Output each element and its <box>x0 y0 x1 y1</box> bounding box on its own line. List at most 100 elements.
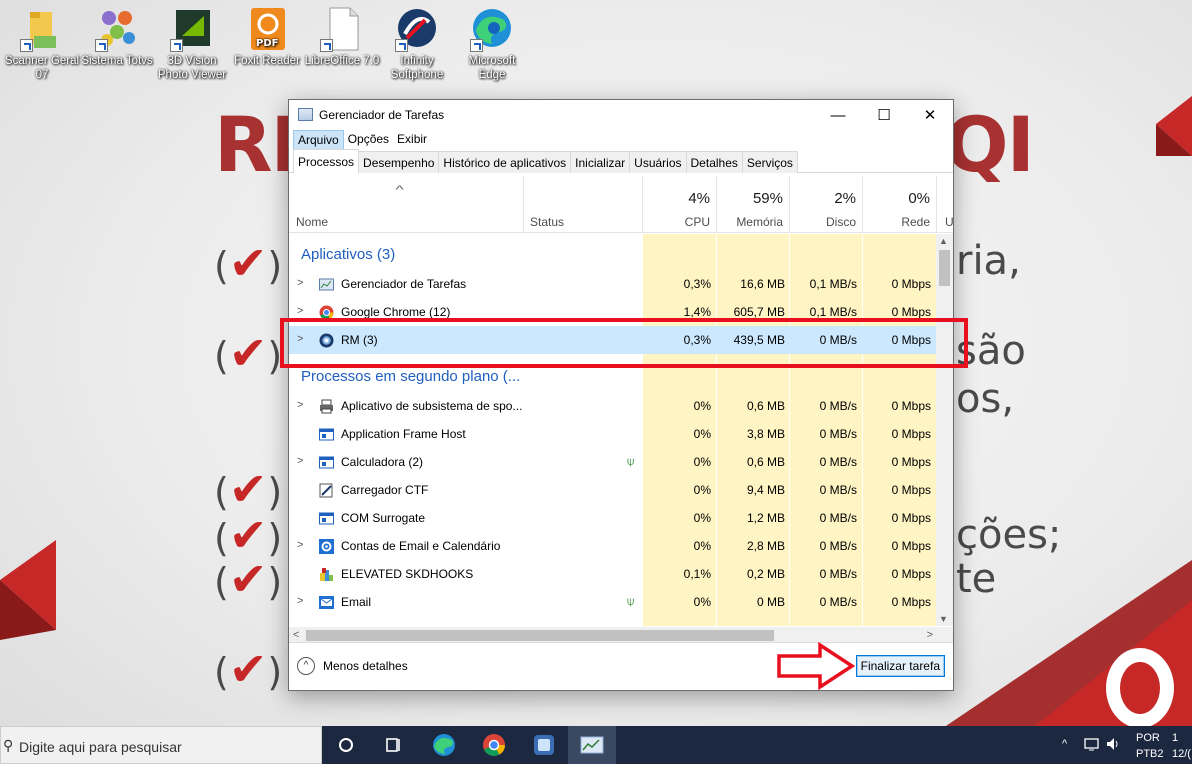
desktop-icon-label: 3D Vision Photo Viewer <box>157 55 227 81</box>
process-name: COM Surrogate <box>341 511 426 525</box>
column-cpu[interactable]: 4% CPU <box>643 176 717 233</box>
search-box[interactable]: ⚲ Digite aqui para pesquisar <box>0 726 322 764</box>
process-disk: 0,1 MB/s <box>809 277 857 291</box>
tab-servicos[interactable]: Serviços <box>741 151 798 173</box>
column-disk-label: Disco <box>825 215 856 229</box>
widgets-icon[interactable] <box>370 726 418 764</box>
process-disk: 0 MB/s <box>819 399 857 413</box>
column-memory[interactable]: 59% Memória <box>717 176 790 233</box>
cpu-total: 4% <box>688 190 710 207</box>
process-name: Application Frame Host <box>341 427 466 441</box>
keyboard-layout-label: PTB2 <box>1136 748 1164 760</box>
tab-processos[interactable]: Processos <box>293 149 360 173</box>
mail-icon <box>319 596 334 609</box>
desktop-icon-scanner[interactable]: Scanner Geral 07 <box>4 6 80 82</box>
edge-taskbar-icon[interactable] <box>420 726 468 764</box>
process-table: ^ Nome Status 4% CPU 59% Memória 2% Disc… <box>289 176 953 644</box>
task-view-icon[interactable] <box>322 726 370 764</box>
tray-chevron-icon[interactable]: ^ <box>1062 738 1067 764</box>
skdhooks-icon <box>320 568 333 581</box>
gear-icon <box>319 539 334 554</box>
menu-opcoes[interactable]: Opções <box>344 130 393 150</box>
vertical-scrollbar[interactable]: ▲ ▼ <box>936 234 953 626</box>
wallpaper-triangle-left <box>0 540 56 640</box>
desktop-icon-libreoffice[interactable]: LibreOffice 7.0 <box>304 6 380 68</box>
task-manager-taskbar-icon[interactable] <box>568 726 616 764</box>
desktop-icon-3d-vision[interactable]: 3D Vision Photo Viewer <box>154 6 230 82</box>
end-task-button[interactable]: Finalizar tarefa <box>855 655 945 677</box>
column-name[interactable]: Nome <box>289 176 524 233</box>
process-cpu: 0% <box>693 595 711 609</box>
chevron-up-icon: ^ <box>297 657 315 675</box>
window-title: Gerenciador de Tarefas <box>319 108 445 122</box>
tab-usuarios[interactable]: Usuários <box>629 151 687 173</box>
scroll-right-icon[interactable]: > <box>927 629 933 641</box>
task-manager-window: Gerenciador de Tarefas — ☐ ✕ Arquivo Opç… <box>288 99 954 691</box>
table-row[interactable]: Carregador CTF 0% 9,4 MB 0 MB/s 0 Mbps <box>289 476 937 504</box>
group-apps[interactable]: Aplicativos (3) <box>301 246 395 263</box>
expand-chevron-icon[interactable]: > <box>297 539 303 551</box>
desktop-icon-foxit[interactable]: PDF Foxit Reader <box>229 6 305 68</box>
wallpaper-line: os, <box>956 376 1015 422</box>
maximize-button[interactable]: ☐ <box>861 100 907 130</box>
column-network[interactable]: 0% Rede <box>863 176 937 233</box>
process-disk: 0 MB/s <box>819 427 857 441</box>
process-cpu: 1,4% <box>683 305 711 319</box>
scroll-down-icon[interactable]: ▼ <box>939 614 948 624</box>
chrome-taskbar-icon[interactable] <box>470 726 518 764</box>
clock[interactable]: 1 12/( <box>1172 732 1191 764</box>
memory-total: 59% <box>752 190 783 207</box>
column-extra[interactable]: U <box>937 176 953 233</box>
scroll-thumb[interactable] <box>939 250 950 286</box>
column-disk[interactable]: 2% Disco <box>790 176 863 233</box>
title-bar[interactable]: Gerenciador de Tarefas — ☐ ✕ <box>289 100 953 130</box>
close-button[interactable]: ✕ <box>907 100 953 130</box>
table-row[interactable]: > Gerenciador de Tarefas 0,3% 16,6 MB 0,… <box>289 270 937 298</box>
minimize-button[interactable]: — <box>815 100 861 130</box>
less-details-button[interactable]: ^ Menos detalhes <box>297 657 408 675</box>
tab-historico[interactable]: Histórico de aplicativos <box>438 151 572 173</box>
process-name: Contas de Email e Calendário <box>341 539 501 553</box>
process-memory: 3,8 MB <box>746 427 785 441</box>
tab-desempenho[interactable]: Desempenho <box>358 151 440 173</box>
tab-inicializar[interactable]: Inicializar <box>570 151 631 173</box>
expand-chevron-icon[interactable]: > <box>297 455 303 467</box>
network-icon[interactable] <box>1084 736 1100 764</box>
network-total: 0% <box>908 190 930 207</box>
table-row[interactable]: Application Frame Host 0% 3,8 MB 0 MB/s … <box>289 420 937 448</box>
rm-taskbar-icon[interactable] <box>520 726 568 764</box>
process-cpu: 0% <box>693 427 711 441</box>
menu-arquivo[interactable]: Arquivo <box>293 130 344 150</box>
process-disk: 0 MB/s <box>819 483 857 497</box>
scroll-up-icon[interactable]: ▲ <box>939 236 948 246</box>
process-cpu: 0% <box>693 511 711 525</box>
desktop-icon-sistema-totvs[interactable]: Sistema Totvs <box>79 6 155 68</box>
scroll-left-icon[interactable]: < <box>293 629 299 641</box>
volume-icon[interactable] <box>1106 736 1122 764</box>
expand-chevron-icon[interactable]: > <box>297 305 303 317</box>
column-status-label: Status <box>530 215 565 229</box>
tab-detalhes[interactable]: Detalhes <box>685 151 743 173</box>
expand-chevron-icon[interactable]: > <box>297 399 303 411</box>
group-background[interactable]: Processos em segundo plano (... <box>301 368 520 385</box>
desktop-icon-infinity[interactable]: Infinity Softphone <box>379 6 455 82</box>
expand-chevron-icon[interactable]: > <box>297 277 303 289</box>
menu-exibir[interactable]: Exibir <box>393 130 431 150</box>
process-disk: 0 MB/s <box>819 567 857 581</box>
table-row[interactable]: ELEVATED SKDHOOKS 0,1% 0,2 MB 0 MB/s 0 M… <box>289 560 937 588</box>
disk-total: 2% <box>834 190 856 207</box>
language-indicator[interactable]: POR PTB2 <box>1136 732 1164 764</box>
process-name: Google Chrome (12) <box>341 305 451 319</box>
table-row[interactable]: > Calculadora (2) ⍦ 0% 0,6 MB 0 MB/s 0 M… <box>289 448 937 476</box>
process-memory: 2,8 MB <box>746 539 785 553</box>
expand-chevron-icon[interactable]: > <box>297 595 303 607</box>
table-row[interactable]: > Aplicativo de subsistema de spo... 0% … <box>289 392 937 420</box>
search-placeholder: Digite aqui para pesquisar <box>19 739 182 755</box>
desktop-icon-edge[interactable]: Microsoft Edge <box>454 6 530 82</box>
table-row[interactable]: COM Surrogate 0% 1,2 MB 0 MB/s 0 Mbps <box>289 504 937 532</box>
app-frame-icon <box>319 428 334 441</box>
table-row[interactable]: > Contas de Email e Calendário 0% 2,8 MB… <box>289 532 937 560</box>
hscroll-thumb[interactable] <box>306 630 774 641</box>
table-row[interactable]: > Email ⍦ 0% 0 MB 0 MB/s 0 Mbps <box>289 588 937 616</box>
column-status[interactable]: Status <box>524 176 643 233</box>
